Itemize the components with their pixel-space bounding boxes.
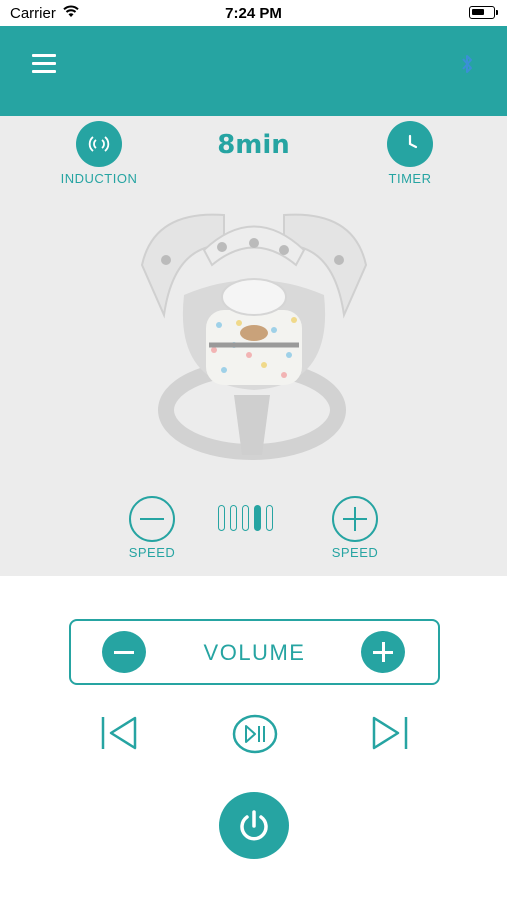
speed-level-indicator — [218, 505, 273, 531]
volume-increase-button[interactable] — [361, 631, 405, 673]
status-time: 7:24 PM — [225, 5, 282, 22]
status-bar: Carrier 7:24 PM — [0, 0, 507, 26]
induction-label: INDUCTION — [60, 171, 138, 186]
timer-button[interactable] — [387, 121, 433, 167]
speed-decrease-label: SPEED — [128, 545, 176, 560]
speed-level-bar — [254, 505, 261, 531]
bluetooth-icon[interactable] — [461, 54, 473, 74]
speed-level-bar — [242, 505, 249, 531]
plus-icon-v — [382, 642, 385, 662]
play-pause-icon[interactable] — [231, 713, 279, 755]
next-track-icon[interactable] — [369, 714, 409, 752]
hamburger-menu-icon[interactable] — [32, 54, 56, 74]
plus-icon-v — [354, 507, 356, 531]
clock-icon — [408, 134, 418, 149]
battery-icon — [469, 6, 498, 19]
speed-decrease-button[interactable] — [129, 496, 175, 542]
speed-level-bar — [266, 505, 273, 531]
volume-control: VOLUME — [69, 619, 440, 685]
power-icon — [240, 809, 268, 840]
baby-swing-image — [140, 213, 368, 460]
speed-increase-button[interactable] — [332, 496, 378, 542]
speed-level-bar — [218, 505, 225, 531]
app-header — [0, 26, 507, 116]
speed-increase-label: SPEED — [331, 545, 379, 560]
speed-level-bar — [230, 505, 237, 531]
minus-icon — [140, 518, 164, 520]
power-button[interactable] — [219, 792, 289, 859]
timer-label: TIMER — [388, 171, 432, 186]
previous-track-icon[interactable] — [100, 714, 140, 752]
